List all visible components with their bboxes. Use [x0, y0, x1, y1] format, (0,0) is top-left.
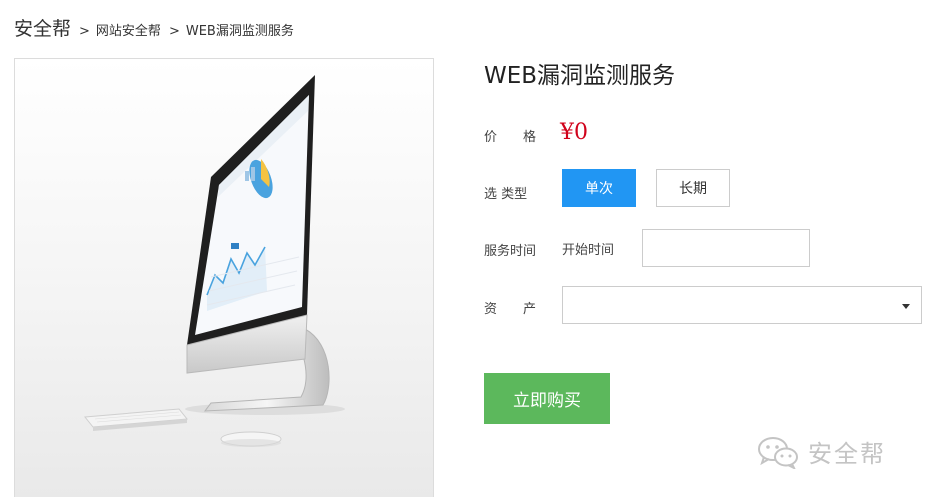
wechat-icon — [758, 436, 798, 469]
imac-illustration — [84, 75, 345, 447]
watermark: 安全帮 — [756, 434, 886, 469]
product-title: WEB漏洞监测服务 — [484, 63, 676, 89]
type-label: 选 类型 — [484, 187, 528, 202]
asset-select[interactable] — [562, 286, 922, 324]
service-time-label: 服务时间 — [484, 244, 537, 259]
start-time-label: 开始时间 — [562, 243, 615, 258]
product-image — [14, 58, 434, 497]
breadcrumb-item-site-security[interactable]: 网站安全帮 — [96, 20, 161, 39]
breadcrumb-separator: > — [79, 24, 90, 39]
breadcrumb-home[interactable]: 安全帮 — [14, 14, 71, 41]
breadcrumb-item-current: WEB漏洞监测服务 — [185, 24, 294, 39]
start-time-input[interactable] — [642, 229, 810, 267]
asset-label: 资 产 — [484, 302, 537, 317]
breadcrumb-separator: > — [168, 24, 180, 39]
price-label: 价 格 — [484, 130, 537, 145]
watermark-text: 安全帮 — [808, 440, 886, 468]
type-option-single-button[interactable]: 单次 — [562, 169, 636, 207]
breadcrumb: 安全帮 > 网站安全帮 > WEB漏洞监测服务 — [14, 14, 294, 41]
price-value: ¥0 — [560, 120, 588, 145]
caret-down-icon — [902, 304, 910, 309]
type-option-longterm-button[interactable]: 长期 — [656, 169, 730, 207]
buy-now-button[interactable]: 立即购买 — [484, 373, 610, 424]
